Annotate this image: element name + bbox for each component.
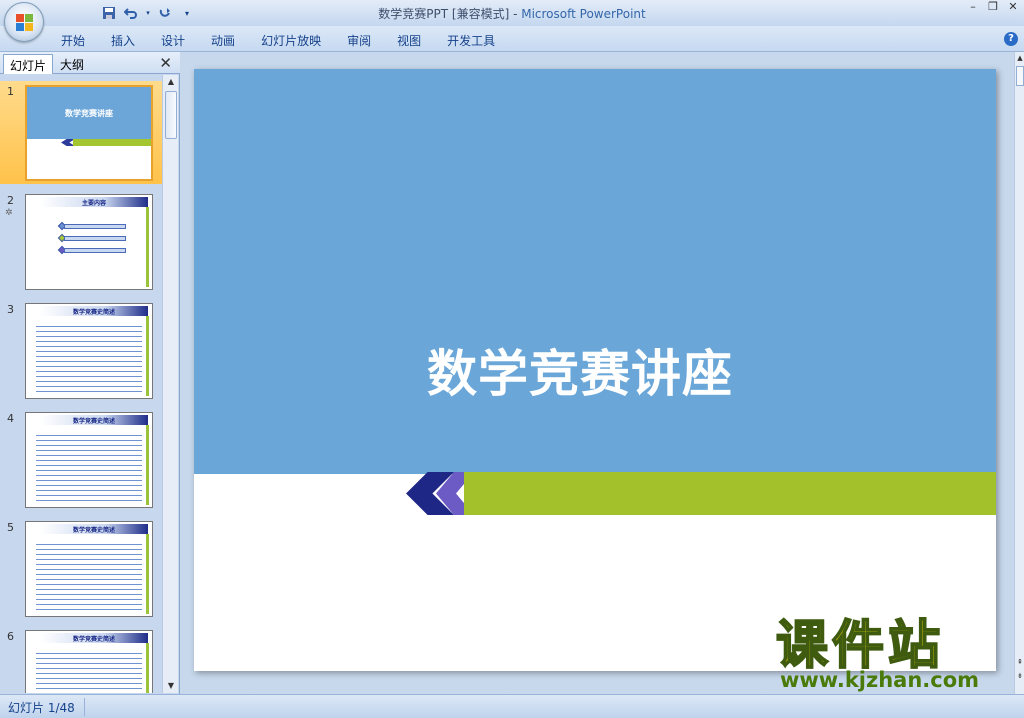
slide-number: 2 xyxy=(7,194,14,207)
slide-thumbnail-4[interactable]: 4 数学竞赛史简述 xyxy=(0,408,162,511)
slide-thumbnail-preview[interactable]: 数学竞赛史简述 xyxy=(25,521,153,617)
minimize-icon[interactable]: – xyxy=(966,0,980,14)
thumb-body-text xyxy=(36,433,142,503)
slide-blue-band xyxy=(194,69,996,474)
scrollbar-thumb[interactable] xyxy=(165,91,177,139)
watermark-logo: 课件站 www.kjzhan.com xyxy=(770,616,1010,694)
thumb-title: 数学竞赛史简述 xyxy=(72,309,115,316)
app-name: Microsoft PowerPoint xyxy=(521,7,646,21)
restore-icon[interactable]: ❐ xyxy=(986,0,1000,14)
slide-number: 5 xyxy=(7,521,14,534)
slide-thumbnail-preview[interactable]: 主要内容 xyxy=(25,194,153,290)
tab-home[interactable]: 开始 xyxy=(48,30,98,51)
slide-number: 6 xyxy=(7,630,14,643)
status-bar: 幻灯片 1/48 xyxy=(0,694,1024,718)
slide-thumbnail-preview[interactable]: 数学竞赛史简述 xyxy=(25,303,153,399)
thumb-header: 数学竞赛史简述 xyxy=(40,306,148,316)
slide-thumbnail-list: 1 数学竞赛讲座 2 ✲ 主要内容 3 数学竞赛史简述 4 数学竞赛史简述 5 … xyxy=(0,75,162,693)
watermark-text: 课件站 xyxy=(775,616,945,676)
thumb-side-line xyxy=(146,207,149,287)
thumb-title: 数学竞赛史简述 xyxy=(72,636,115,643)
office-logo-icon xyxy=(16,14,34,32)
thumb-green-band xyxy=(73,139,151,146)
thumb-header: 数学竞赛史简述 xyxy=(40,524,148,534)
scroll-up-icon[interactable]: ▲ xyxy=(163,75,179,89)
tab-slides[interactable]: 幻灯片 xyxy=(3,54,54,74)
slide-number: 4 xyxy=(7,412,14,425)
thumb-title: 数学竞赛史简述 xyxy=(72,527,115,534)
window-controls: – ❐ ✕ xyxy=(966,0,1020,14)
thumb-header: 数学竞赛史简述 xyxy=(40,415,148,425)
ribbon: 开始 插入 设计 动画 幻灯片放映 审阅 视图 开发工具 ? xyxy=(0,26,1024,52)
slide-number: 3 xyxy=(7,303,14,316)
thumbnail-scrollbar[interactable]: ▲ ▼ xyxy=(162,75,178,693)
tab-insert[interactable]: 插入 xyxy=(98,30,148,51)
animation-star-icon: ✲ xyxy=(5,208,13,218)
close-icon[interactable]: ✕ xyxy=(1006,0,1020,14)
document-title: 数学竞赛PPT [兼容模式] xyxy=(378,7,510,21)
tab-slideshow[interactable]: 幻灯片放映 xyxy=(248,30,334,51)
slide-thumbnail-3[interactable]: 3 数学竞赛史简述 xyxy=(0,299,162,402)
scrollbar-thumb[interactable] xyxy=(1016,66,1024,86)
thumb-side-line xyxy=(146,534,149,614)
next-slide-icon[interactable]: ⇟ xyxy=(1015,672,1024,680)
thumb-side-line xyxy=(146,316,149,396)
tab-developer[interactable]: 开发工具 xyxy=(434,30,508,51)
tab-outline[interactable]: 大纲 xyxy=(54,54,90,74)
title-separator: - xyxy=(509,7,522,21)
ribbon-tabs: 开始 插入 设计 动画 幻灯片放映 审阅 视图 开发工具 xyxy=(48,30,508,51)
tab-animations[interactable]: 动画 xyxy=(198,30,248,51)
thumb-title: 主要内容 xyxy=(81,200,106,207)
agenda-item xyxy=(64,236,126,241)
tab-design[interactable]: 设计 xyxy=(148,30,198,51)
watermark-url: www.kjzhan.com xyxy=(780,668,980,692)
slides-panel: 幻灯片 大纲 ✕ 1 数学竞赛讲座 2 ✲ 主要内容 3 数学竞赛史简述 4 数… xyxy=(0,52,180,694)
scroll-down-icon[interactable]: ▼ xyxy=(163,679,179,693)
thumb-header: 数学竞赛史简述 xyxy=(40,633,148,643)
slide-thumbnail-preview[interactable]: 数学竞赛讲座 xyxy=(25,85,153,181)
slide-scrollbar[interactable]: ▲ ⇞ ⇟ xyxy=(1014,52,1024,694)
thumb-title: 数学竞赛史简述 xyxy=(72,418,115,425)
thumb-title: 数学竞赛讲座 xyxy=(65,109,113,118)
slide-editing-area: 数学竞赛讲座 xyxy=(181,52,1014,694)
thumb-body-text xyxy=(36,542,142,612)
slide-thumbnail-preview[interactable]: 数学竞赛史简述 xyxy=(25,412,153,508)
thumb-side-line xyxy=(146,643,149,693)
thumb-header: 主要内容 xyxy=(40,197,148,207)
slide-thumbnail-2[interactable]: 2 ✲ 主要内容 xyxy=(0,190,162,293)
tab-view[interactable]: 视图 xyxy=(384,30,434,51)
panel-tabs: 幻灯片 大纲 ✕ xyxy=(0,52,180,74)
agenda-item xyxy=(64,248,126,253)
office-button[interactable] xyxy=(4,2,44,42)
thumb-body-text xyxy=(36,324,142,394)
slide-thumbnail-preview[interactable]: 数学竞赛史简述 xyxy=(25,630,153,693)
thumb-body-text xyxy=(36,651,142,693)
previous-slide-icon[interactable]: ⇞ xyxy=(1015,658,1024,666)
window-title: 数学竞赛PPT [兼容模式] - Microsoft PowerPoint xyxy=(0,5,1024,22)
slide-green-band xyxy=(464,472,996,515)
tab-review[interactable]: 审阅 xyxy=(334,30,384,51)
slide-indicator: 幻灯片 1/48 xyxy=(8,701,75,715)
slide-thumbnail-6[interactable]: 6 数学竞赛史简述 xyxy=(0,626,162,693)
slide-number: 1 xyxy=(7,85,14,98)
slide-title[interactable]: 数学竞赛讲座 xyxy=(194,334,966,406)
slide-thumbnail-1[interactable]: 1 数学竞赛讲座 xyxy=(0,81,162,184)
agenda-item xyxy=(64,224,126,229)
title-bar: ▾ ▾ 数学竞赛PPT [兼容模式] - Microsoft PowerPoin… xyxy=(0,0,1024,26)
thumb-side-line xyxy=(146,425,149,505)
slide-thumbnail-5[interactable]: 5 数学竞赛史简述 xyxy=(0,517,162,620)
current-slide[interactable]: 数学竞赛讲座 xyxy=(194,69,996,671)
scroll-up-icon[interactable]: ▲ xyxy=(1015,54,1024,62)
close-panel-icon[interactable]: ✕ xyxy=(159,54,172,72)
help-icon[interactable]: ? xyxy=(1004,32,1018,46)
status-divider xyxy=(84,698,85,716)
